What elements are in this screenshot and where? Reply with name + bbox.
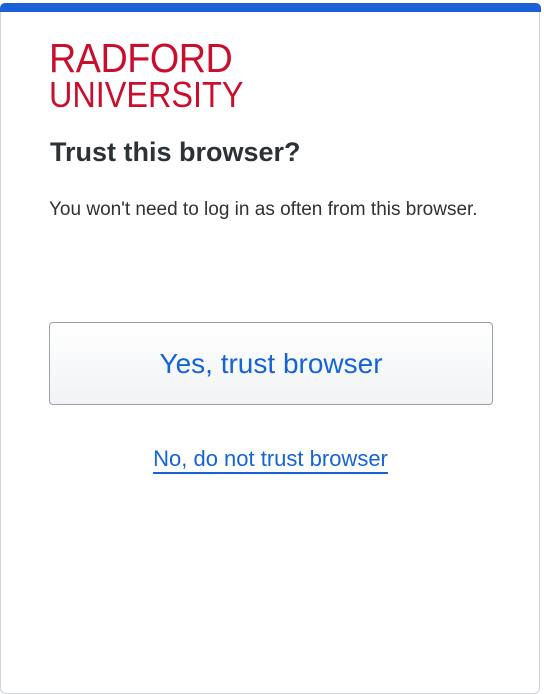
decline-link-container: No, do not trust browser bbox=[0, 446, 541, 474]
radford-university-logo: RADFORD UNIVERSITY bbox=[49, 38, 265, 113]
do-not-trust-browser-link[interactable]: No, do not trust browser bbox=[153, 446, 388, 474]
accent-top-bar bbox=[0, 3, 541, 12]
page-title: Trust this browser? bbox=[50, 137, 301, 167]
trust-browser-button[interactable]: Yes, trust browser bbox=[49, 322, 493, 405]
prompt-description: You won't need to log in as often from t… bbox=[49, 199, 478, 220]
logo-line-radford: RADFORD bbox=[49, 35, 233, 81]
logo-line-university: UNIVERSITY bbox=[49, 74, 244, 115]
